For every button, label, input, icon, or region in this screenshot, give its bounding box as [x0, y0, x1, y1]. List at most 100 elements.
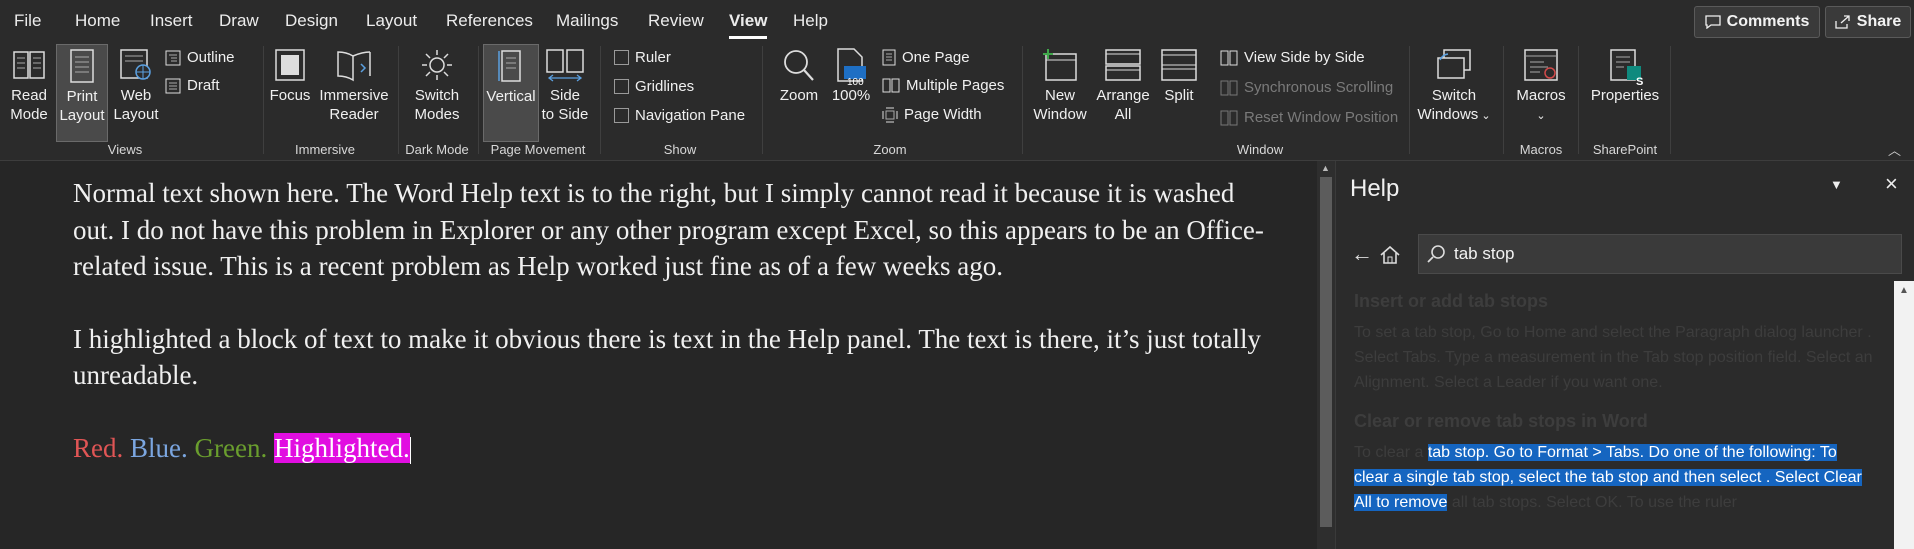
arrange-all-l1: Arrange	[1096, 87, 1150, 104]
macros-button[interactable]: Macros ⌄	[1510, 48, 1572, 126]
document-area[interactable]: Normal text shown here. The Word Help te…	[0, 161, 1317, 549]
document-text[interactable]: Normal text shown here. The Word Help te…	[73, 175, 1273, 502]
outline-button[interactable]: Outline	[165, 49, 235, 66]
help-body-2: To clear a tab stop. Go to Format > Tabs…	[1354, 440, 1874, 515]
vertical-label: Vertical	[486, 88, 536, 105]
group-page-movement-label: Page Movement	[490, 142, 586, 157]
vertical-button[interactable]: Vertical	[483, 44, 539, 142]
ribbon-divider	[398, 46, 399, 154]
side-to-side-button[interactable]: Side to Side	[540, 48, 590, 124]
blue-text[interactable]: Blue.	[130, 433, 188, 463]
page-width-icon	[882, 107, 898, 122]
ribbon-divider	[1578, 46, 1579, 154]
page-width-button[interactable]: Page Width	[882, 106, 982, 123]
arrange-all-l2: All	[1114, 106, 1132, 123]
side-by-side-label: View Side by Side	[1244, 49, 1365, 66]
new-window-l2: Window	[1033, 106, 1087, 123]
help-heading-2[interactable]: Clear or remove tab stops in Word	[1354, 409, 1874, 434]
read-mode-icon	[13, 51, 45, 79]
red-text[interactable]: Red.	[73, 433, 123, 463]
menu-help[interactable]: Help	[793, 11, 828, 31]
draft-button[interactable]: Draft	[165, 77, 220, 94]
group-views-label: Views	[107, 142, 143, 157]
switch-windows-button[interactable]: Switch Windows ⌄	[1414, 48, 1494, 126]
gridlines-checkbox[interactable]: Gridlines	[614, 78, 694, 95]
chevron-down-icon: ⌄	[1478, 110, 1491, 122]
menu-mailings[interactable]: Mailings	[556, 11, 618, 31]
highlighted-text[interactable]: Highlighted.	[273, 432, 410, 463]
scrollbar-thumb[interactable]	[1320, 177, 1332, 527]
synchronous-scrolling-button[interactable]: Synchronous Scrolling	[1220, 79, 1393, 96]
share-button[interactable]: Share	[1825, 6, 1911, 38]
menu-references[interactable]: References	[446, 11, 533, 31]
menu-layout[interactable]: Layout	[366, 11, 417, 31]
split-button[interactable]: Split	[1158, 48, 1200, 105]
immersive-reader-l2: Reader	[329, 106, 379, 123]
help-options-dropdown[interactable]: ▼	[1830, 177, 1843, 192]
switch-windows-l1: Switch	[1431, 87, 1477, 104]
group-zoom-label: Zoom	[873, 142, 907, 157]
arrange-all-button[interactable]: Arrange All	[1093, 48, 1153, 124]
navigation-label: Navigation Pane	[635, 107, 746, 124]
gridlines-check-box[interactable]	[614, 79, 629, 94]
view-side-by-side-button[interactable]: View Side by Side	[1220, 49, 1365, 66]
scroll-up-arrow-icon[interactable]: ▲	[1899, 285, 1909, 296]
focus-icon	[275, 49, 305, 81]
properties-button[interactable]: S Properties	[1585, 48, 1665, 105]
menu-insert[interactable]: Insert	[150, 11, 193, 31]
home-icon[interactable]	[1379, 245, 1401, 265]
ruler-checkbox[interactable]: Ruler	[614, 49, 671, 66]
document-scrollbar[interactable]: ▲	[1317, 161, 1335, 549]
help-title: Help	[1350, 175, 1400, 202]
switch-windows-icon	[1437, 49, 1471, 79]
immersive-reader-l1: Immersive	[319, 87, 389, 104]
navigation-check-box[interactable]	[614, 108, 629, 123]
search-value[interactable]: tab stop	[1454, 244, 1515, 264]
green-text[interactable]: Green.	[195, 433, 268, 463]
ribbon-divider	[478, 46, 479, 154]
help-heading-1[interactable]: Insert or add tab stops	[1354, 289, 1874, 314]
menu-review[interactable]: Review	[648, 11, 704, 31]
reset-window-position-button[interactable]: Reset Window Position	[1220, 109, 1398, 126]
help-search-box[interactable]: tab stop	[1418, 234, 1902, 274]
close-icon[interactable]: ×	[1885, 171, 1898, 197]
menu-view[interactable]: View	[729, 11, 768, 39]
ribbon: Read Mode Print Layout Web Layout Outline D…	[0, 42, 1914, 161]
zoom-100-button[interactable]: 100 100%	[826, 48, 876, 105]
one-page-button[interactable]: One Page	[882, 49, 970, 66]
read-mode-button[interactable]: Read Mode	[5, 48, 53, 124]
ruler-check-box[interactable]	[614, 50, 629, 65]
menu-file[interactable]: File	[14, 11, 41, 31]
menu-draw[interactable]: Draw	[219, 11, 259, 31]
ruler-label: Ruler	[635, 49, 671, 66]
menu-home[interactable]: Home	[75, 11, 120, 31]
comments-button[interactable]: Comments	[1694, 6, 1820, 38]
read-mode-l1: Read	[11, 87, 47, 104]
scroll-up-arrow-icon[interactable]: ▲	[1321, 163, 1330, 173]
zoom-button[interactable]: Zoom	[774, 48, 824, 105]
back-arrow-icon[interactable]: ←	[1351, 241, 1373, 267]
paragraph-1[interactable]: Normal text shown here. The Word Help te…	[73, 175, 1273, 285]
new-window-button[interactable]: New Window	[1031, 48, 1089, 124]
help-body-1: To set a tab stop, Go to Home and select…	[1354, 324, 1873, 391]
menu-design[interactable]: Design	[285, 11, 338, 31]
sync-scroll-icon	[1220, 80, 1238, 95]
navigation-pane-checkbox[interactable]: Navigation Pane	[614, 107, 745, 124]
switch-modes-l1: Switch	[414, 87, 460, 104]
print-layout-button[interactable]: Print Layout	[56, 44, 108, 142]
share-icon	[1835, 15, 1850, 29]
multiple-pages-button[interactable]: Multiple Pages	[882, 77, 1004, 94]
paragraph-3[interactable]: Red. Blue. Green. Highlighted.	[73, 430, 1273, 467]
ribbon-divider	[1409, 46, 1410, 154]
web-layout-button[interactable]: Web Layout	[111, 48, 161, 124]
help-content-scrollbar[interactable]: ▲	[1894, 281, 1914, 549]
one-page-label: One Page	[902, 49, 970, 66]
switch-modes-button[interactable]: Switch Modes	[403, 48, 471, 124]
web-layout-l1: Web	[120, 87, 152, 104]
menu-bar: File Home Insert Draw Design Layout Refe…	[0, 0, 1914, 42]
focus-button[interactable]: Focus	[268, 48, 312, 105]
collapse-ribbon-icon[interactable]: ︿	[1888, 140, 1901, 159]
immersive-reader-button[interactable]: Immersive Reader	[318, 48, 390, 124]
share-label: Share	[1856, 13, 1902, 30]
paragraph-2[interactable]: I highlighted a block of text to make it…	[73, 321, 1273, 394]
